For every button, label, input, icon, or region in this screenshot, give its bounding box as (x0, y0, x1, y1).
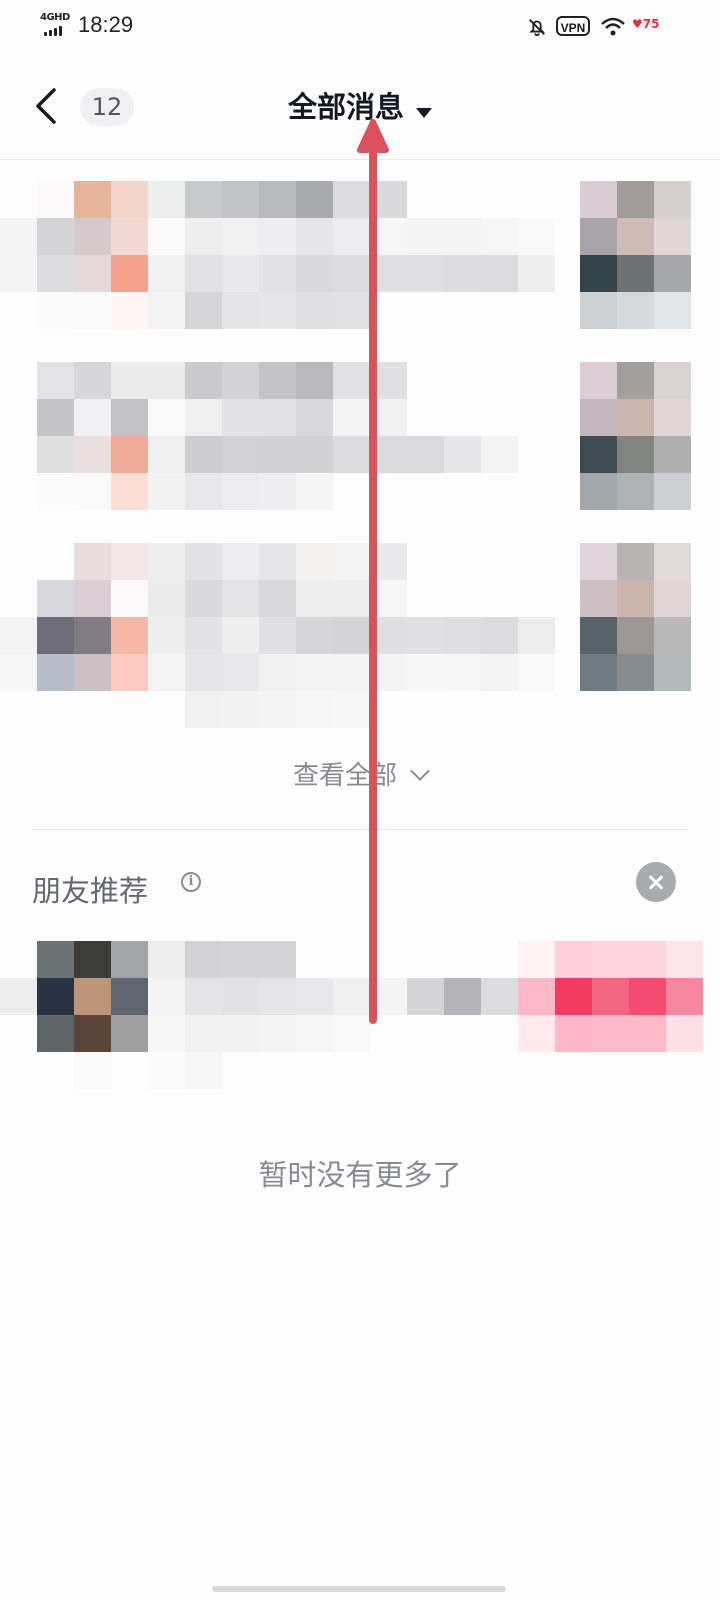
network-type: 4GHD (40, 12, 70, 23)
bell-off-icon (529, 19, 545, 37)
avatar[interactable] (580, 362, 691, 510)
avatar[interactable] (580, 181, 691, 329)
header-divider (0, 159, 720, 160)
vpn-badge: VPN (556, 16, 590, 36)
home-indicator[interactable] (212, 1586, 506, 1592)
status-time: 18:29 (78, 12, 134, 37)
avatar[interactable] (580, 543, 691, 691)
page-title[interactable]: 全部消息 (288, 90, 404, 124)
info-icon[interactable]: i (181, 872, 201, 892)
status-bar: 4GHD 18:29 VPN ♥75 (0, 0, 720, 56)
signal-icon (44, 26, 62, 36)
section-divider (32, 829, 688, 830)
list-item[interactable] (0, 543, 555, 728)
close-icon[interactable] (636, 862, 676, 902)
title-dropdown[interactable]: 全部消息 (0, 84, 720, 126)
wifi-icon (601, 17, 625, 36)
battery-level: ♥75 (632, 17, 660, 31)
list-item[interactable] (0, 362, 555, 510)
caret-down-icon[interactable] (416, 107, 432, 118)
chevron-down-icon[interactable] (410, 761, 430, 781)
view-all-label[interactable]: 查看全部 (293, 761, 397, 791)
view-all-button[interactable]: 查看全部 (0, 755, 720, 792)
section-title: 朋友推荐 (32, 874, 149, 908)
list-item[interactable] (0, 181, 555, 329)
empty-state-text: 暂时没有更多了 (258, 1158, 462, 1192)
friend-suggestion[interactable] (0, 941, 703, 1089)
